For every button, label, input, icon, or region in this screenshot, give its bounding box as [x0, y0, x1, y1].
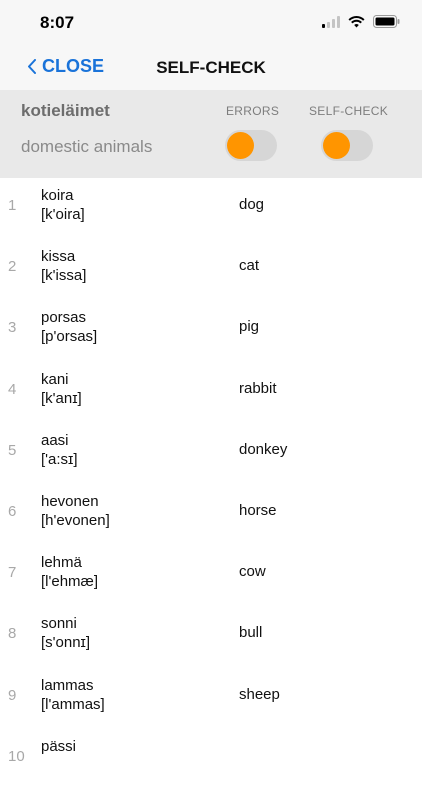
item-number: 9	[8, 686, 17, 704]
topic-header: kotieläimet domestic animals ERRORS SELF…	[0, 90, 422, 178]
status-bar: 8:07	[0, 0, 422, 46]
battery-icon	[373, 15, 400, 28]
item-word: koira	[41, 187, 74, 204]
item-word: kissa	[41, 248, 76, 266]
list-item[interactable]: 3 porsas [p'orsas] pig	[0, 300, 422, 361]
item-meaning: donkey	[239, 440, 288, 458]
item-transcription: [k'anɪ]	[41, 389, 82, 407]
item-meaning: bull	[239, 624, 263, 642]
item-number: 7	[8, 564, 17, 582]
item-transcription: [s'onnɪ]	[41, 634, 91, 652]
item-transcription: [l'ehmæ]	[41, 573, 99, 591]
wifi-icon	[348, 15, 365, 27]
self-check-toggle[interactable]	[321, 130, 373, 161]
item-transcription: [k'issa]	[41, 267, 87, 285]
word-list: 1 koira [k'oira] dog 2 kissa [k'issa] ca…	[0, 178, 422, 790]
list-item[interactable]: 2 kissa [k'issa] cat	[0, 239, 422, 300]
signal-icon	[322, 15, 340, 28]
item-meaning: dog	[239, 196, 265, 213]
item-word: lehmä	[41, 554, 82, 572]
item-number: 10	[8, 747, 25, 765]
item-word: sonni	[41, 615, 77, 633]
status-icons	[322, 15, 400, 28]
item-meaning: horse	[239, 501, 277, 519]
item-number: 5	[8, 441, 17, 459]
item-word: kani	[41, 370, 69, 388]
topic-translation: domestic animals	[21, 137, 153, 156]
item-number: 2	[8, 258, 17, 276]
item-word: porsas	[41, 309, 87, 327]
item-transcription: [p'orsas]	[41, 328, 98, 346]
item-meaning: rabbit	[239, 379, 277, 397]
item-meaning: pig	[239, 318, 260, 336]
item-transcription: [l'ammas]	[41, 695, 105, 713]
errors-label: ERRORS	[226, 104, 280, 118]
item-number: 4	[8, 380, 17, 398]
item-transcription: [k'oira]	[41, 206, 85, 223]
item-meaning: cat	[239, 257, 260, 275]
item-word: pässi	[41, 737, 77, 755]
list-item[interactable]: 9 lammas [l'ammas] sheep	[0, 668, 422, 729]
item-word: aasi	[41, 431, 69, 449]
item-number: 1	[8, 197, 17, 214]
navigation-bar: CLOSE SELF-CHECK	[0, 46, 422, 90]
page-title: SELF-CHECK	[156, 58, 266, 77]
list-item[interactable]: 10 pässi	[0, 729, 422, 790]
topic-title: kotieläimet	[21, 101, 110, 120]
list-item[interactable]: 8 sonni [s'onnɪ] bull	[0, 606, 422, 667]
item-word: hevonen	[41, 492, 99, 510]
item-transcription: ['a:sɪ]	[41, 450, 78, 468]
self-check-label: SELF-CHECK	[309, 104, 389, 118]
item-meaning: cow	[239, 563, 266, 581]
list-item[interactable]: 1 koira [k'oira] dog	[0, 178, 422, 239]
item-number: 8	[8, 625, 17, 643]
item-word: lammas	[41, 676, 94, 694]
item-transcription: [h'evonen]	[41, 511, 110, 529]
list-item[interactable]: 4 kani [k'anɪ] rabbit	[0, 362, 422, 423]
item-number: 6	[8, 502, 17, 520]
self-check-toggle-knob	[323, 132, 350, 159]
errors-toggle[interactable]	[225, 130, 277, 161]
list-item[interactable]: 6 hevonen [h'evonen] horse	[0, 484, 422, 545]
list-item[interactable]: 7 lehmä [l'ehmæ] cow	[0, 545, 422, 606]
status-time: 8:07	[40, 13, 75, 32]
item-number: 3	[8, 319, 17, 337]
errors-toggle-knob	[227, 132, 254, 159]
list-item[interactable]: 5 aasi ['a:sɪ] donkey	[0, 423, 422, 484]
item-meaning: sheep	[239, 685, 280, 703]
